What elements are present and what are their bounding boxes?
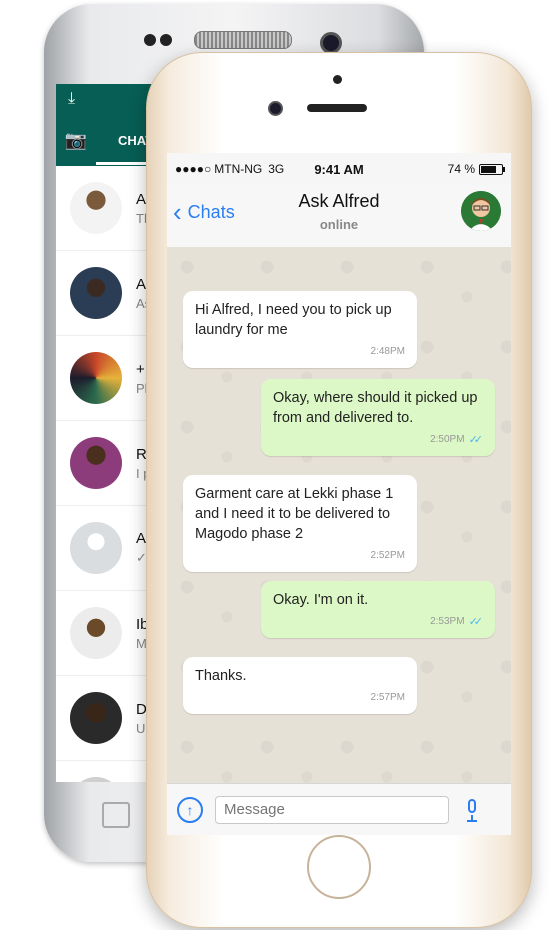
iphone-screen: ●●●●○ MTN-NG 3G 9:41 AM 74 % ‹ Chats Ask…	[167, 153, 511, 835]
signal-strength: ●●●●○	[175, 162, 212, 176]
avatar	[70, 522, 122, 574]
contact-name: Ask Alfred	[298, 191, 380, 211]
iphone: ●●●●○ MTN-NG 3G 9:41 AM 74 % ‹ Chats Ask…	[146, 52, 532, 928]
upload-icon[interactable]: ↑	[177, 797, 203, 823]
message-text: Garment care at Lekki phase 1 and I need…	[195, 486, 394, 542]
avatar	[70, 352, 122, 404]
outgoing-message: Okay, where should it picked up from and…	[261, 379, 495, 456]
message-time: 2:52PM	[370, 550, 405, 561]
status-bar: ●●●●○ MTN-NG 3G 9:41 AM 74 %	[167, 153, 511, 185]
outgoing-message: Okay. I'm on it. 2:53PM ✓✓	[261, 581, 495, 638]
avatar	[70, 182, 122, 234]
tab-chats[interactable]: CHAT	[96, 115, 154, 165]
contact-status: online	[319, 217, 359, 232]
avatar	[70, 607, 122, 659]
message-text: Okay, where should it picked up from and…	[273, 390, 478, 426]
message-time: 2:53PM	[430, 616, 465, 627]
read-receipt-icon: ✓✓	[468, 616, 484, 628]
avatar	[70, 777, 122, 782]
message-text: Hi Alfred, I need you to pick up laundry…	[195, 302, 392, 338]
chat-header: ‹ Chats Ask Alfred online	[167, 185, 511, 248]
front-camera-lens	[268, 101, 283, 116]
message-text: Okay. I'm on it.	[273, 592, 369, 608]
incoming-message: Hi Alfred, I need you to pick up laundry…	[183, 291, 417, 368]
alfred-avatar-icon	[461, 191, 501, 231]
incoming-message: Garment care at Lekki phase 1 and I need…	[183, 475, 417, 572]
avatar	[70, 692, 122, 744]
avatar	[70, 267, 122, 319]
earpiece-speaker	[307, 104, 367, 112]
proximity-sensor	[333, 75, 342, 84]
camera-icon[interactable]: 📷	[56, 130, 96, 151]
speaker-grille	[194, 31, 292, 49]
message-input[interactable]	[215, 796, 449, 824]
incoming-message: Thanks. 2:57PM	[183, 657, 417, 714]
avatar	[70, 437, 122, 489]
compose-bar: ↑	[167, 783, 511, 835]
contact-avatar[interactable]	[461, 191, 501, 231]
battery-percent: 74 %	[447, 162, 475, 176]
message-text: Thanks.	[195, 668, 247, 684]
read-receipt-icon: ✓✓	[468, 434, 484, 446]
message-time: 2:48PM	[370, 346, 405, 357]
battery-icon	[479, 163, 505, 175]
message-time: 2:50PM	[430, 434, 465, 445]
front-camera-lens	[320, 32, 342, 54]
network-type: 3G	[268, 162, 285, 176]
home-button[interactable]	[307, 835, 371, 899]
message-area[interactable]: Hi Alfred, I need you to pick up laundry…	[167, 247, 511, 783]
sensor-dots	[144, 34, 172, 46]
message-time: 2:57PM	[370, 692, 405, 703]
android-recents-button	[102, 802, 130, 828]
microphone-icon[interactable]	[465, 799, 479, 822]
carrier-name: MTN-NG	[214, 162, 263, 176]
battery-indicator: 74 %	[447, 162, 505, 176]
